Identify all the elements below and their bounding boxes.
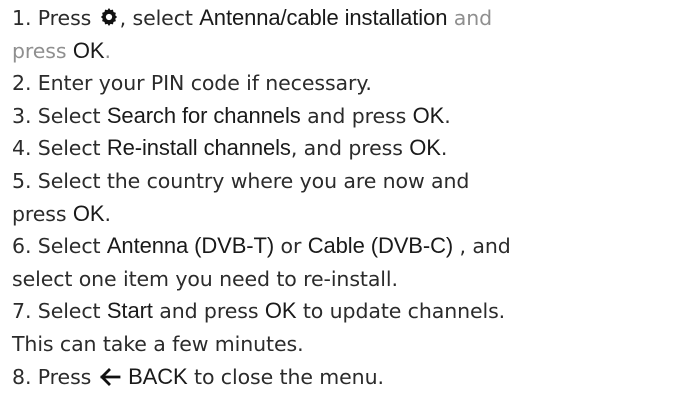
step-7-line-2: This can take a few minutes. [12,328,692,361]
step-text: and press [159,299,259,324]
step-text: . [104,201,111,226]
menu-label-antenna-cable-installation: Antenna/cable installation [199,5,448,30]
step-text: , and press [290,136,403,161]
step-number: 4. [12,136,32,161]
key-label-ok: OK [409,135,441,161]
step-5-line-1: 5. Select the country where you are now … [12,165,692,198]
menu-label-antenna-dvb-t: Antenna (DVB-T) [106,233,275,259]
step-text: press [12,201,67,226]
step-text: to update channels. [302,299,506,324]
step-number: 7. [12,299,32,324]
key-label-ok: OK [72,37,105,63]
step-text: . [444,103,451,128]
step-text: . [440,136,448,161]
step-text: Select [37,103,101,128]
step-number: 6. [12,234,32,259]
step-1-line-1: 1. Press , select Antenna/cable installa… [12,2,692,35]
step-7-line-1: 7. Select Start and press OK to update c… [12,295,692,328]
menu-label-re-install-channels: Re-install channels [106,135,291,161]
step-3-line: 3. Select Search for channels and press … [12,100,692,133]
step-6-line-1: 6. Select Antenna (DVB-T) or Cable (DVB-… [12,230,692,263]
step-2-line: 2. Enter your PIN code if necessary. [12,67,692,100]
step-text: Press [37,364,92,389]
step-text: Enter your PIN code if necessary. [37,71,372,96]
key-label-ok: OK [412,102,445,128]
step-4-line: 4. Select Re-install channels, and press… [12,132,692,165]
step-text: , and [459,234,511,259]
step-text: This can take a few minutes. [12,331,304,356]
step-number: 5. [12,168,32,193]
back-arrow-icon [98,367,122,387]
step-6-line-2: select one item you need to re-install. [12,263,692,296]
step-number: 1. [12,6,32,30]
instructions-text: 1. Press , select Antenna/cable installa… [12,2,692,393]
step-text: select one item you need to re-install. [12,266,398,291]
step-number: 8. [12,364,32,389]
step-text: or [280,234,302,259]
step-text: Select [37,136,101,161]
step-text: Select the country where you are now and [37,168,470,193]
step-text: press [12,38,67,63]
menu-label-cable-dvb-c: Cable (DVB-C) [307,233,454,259]
key-label-ok: OK [264,298,297,324]
step-number: 2. [12,71,32,96]
key-label-ok: OK [72,200,105,226]
menu-label-search-for-channels: Search for channels [106,102,301,128]
step-1-line-2: press OK. [12,35,692,68]
key-label-back: BACK [128,363,188,389]
step-text: to close the menu. [194,364,384,389]
menu-label-start: Start [106,298,153,324]
step-8-line: 8. Press BACK to close the menu. [12,361,692,394]
settings-gear-icon [98,6,120,28]
step-text: , select [119,6,193,30]
step-number: 3. [12,103,32,128]
step-text: Select [37,299,101,324]
step-text: and press [307,103,407,128]
step-text: . [104,38,111,63]
step-text: Press [37,6,92,30]
step-text: Select [37,234,101,259]
step-5-line-2: press OK. [12,198,692,231]
step-text: and [453,6,493,30]
